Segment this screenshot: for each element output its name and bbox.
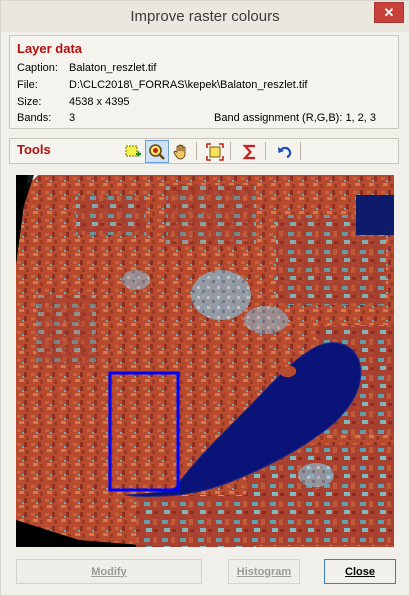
toolbar-separator [300,142,301,160]
zoom-extent-tool[interactable] [203,140,227,163]
modify-button[interactable]: Modify [16,559,202,584]
size-value: 4538 x 4395 [69,96,130,108]
undo-icon [278,146,292,158]
histogram-button[interactable]: Histogram [228,559,300,584]
window-close-button[interactable]: ✕ [374,2,404,23]
sigma-icon [242,144,255,159]
close-button[interactable]: Close [324,559,396,584]
pan-tool[interactable] [169,140,193,163]
toolbar-separator [265,142,266,160]
caption-value: Balaton_reszlet.tif [69,62,157,74]
dialog-window: Improve raster colours ✕ Layer data Capt… [0,0,410,596]
caption-label: Caption: [17,62,58,74]
undo-tool[interactable] [273,140,297,163]
zoom-extent-icon [206,142,224,161]
satellite-raster-image [16,175,394,547]
statistics-tool[interactable] [238,140,262,163]
size-label: Size: [17,96,42,108]
raster-preview[interactable] [16,175,394,547]
toolbar-separator [230,142,231,160]
title-bar[interactable]: Improve raster colours ✕ [1,1,409,32]
toolbar-separator [196,142,197,160]
window-title: Improve raster colours [130,8,280,25]
bands-label: Bands: [17,112,52,124]
tools-panel: Tools [9,138,399,164]
zoom-tool[interactable] [145,140,169,163]
pan-hand-icon [173,144,186,159]
zoom-icon [149,143,165,160]
select-rectangle-icon [125,145,141,156]
file-label: File: [17,79,38,91]
select-rectangle-tool[interactable] [121,140,145,163]
tools-heading: Tools [17,142,51,157]
layer-data-heading: Layer data [17,41,83,56]
file-value: D:\CLC2018\_FORRAS\kepek\Balaton_reszlet… [69,79,308,91]
layer-data-panel: Layer data Caption: Balaton_reszlet.tif … [9,35,399,129]
bands-value: 3 [69,112,76,124]
band-assignment: Band assignment (R,G,B): 1, 2, 3 [214,112,377,124]
